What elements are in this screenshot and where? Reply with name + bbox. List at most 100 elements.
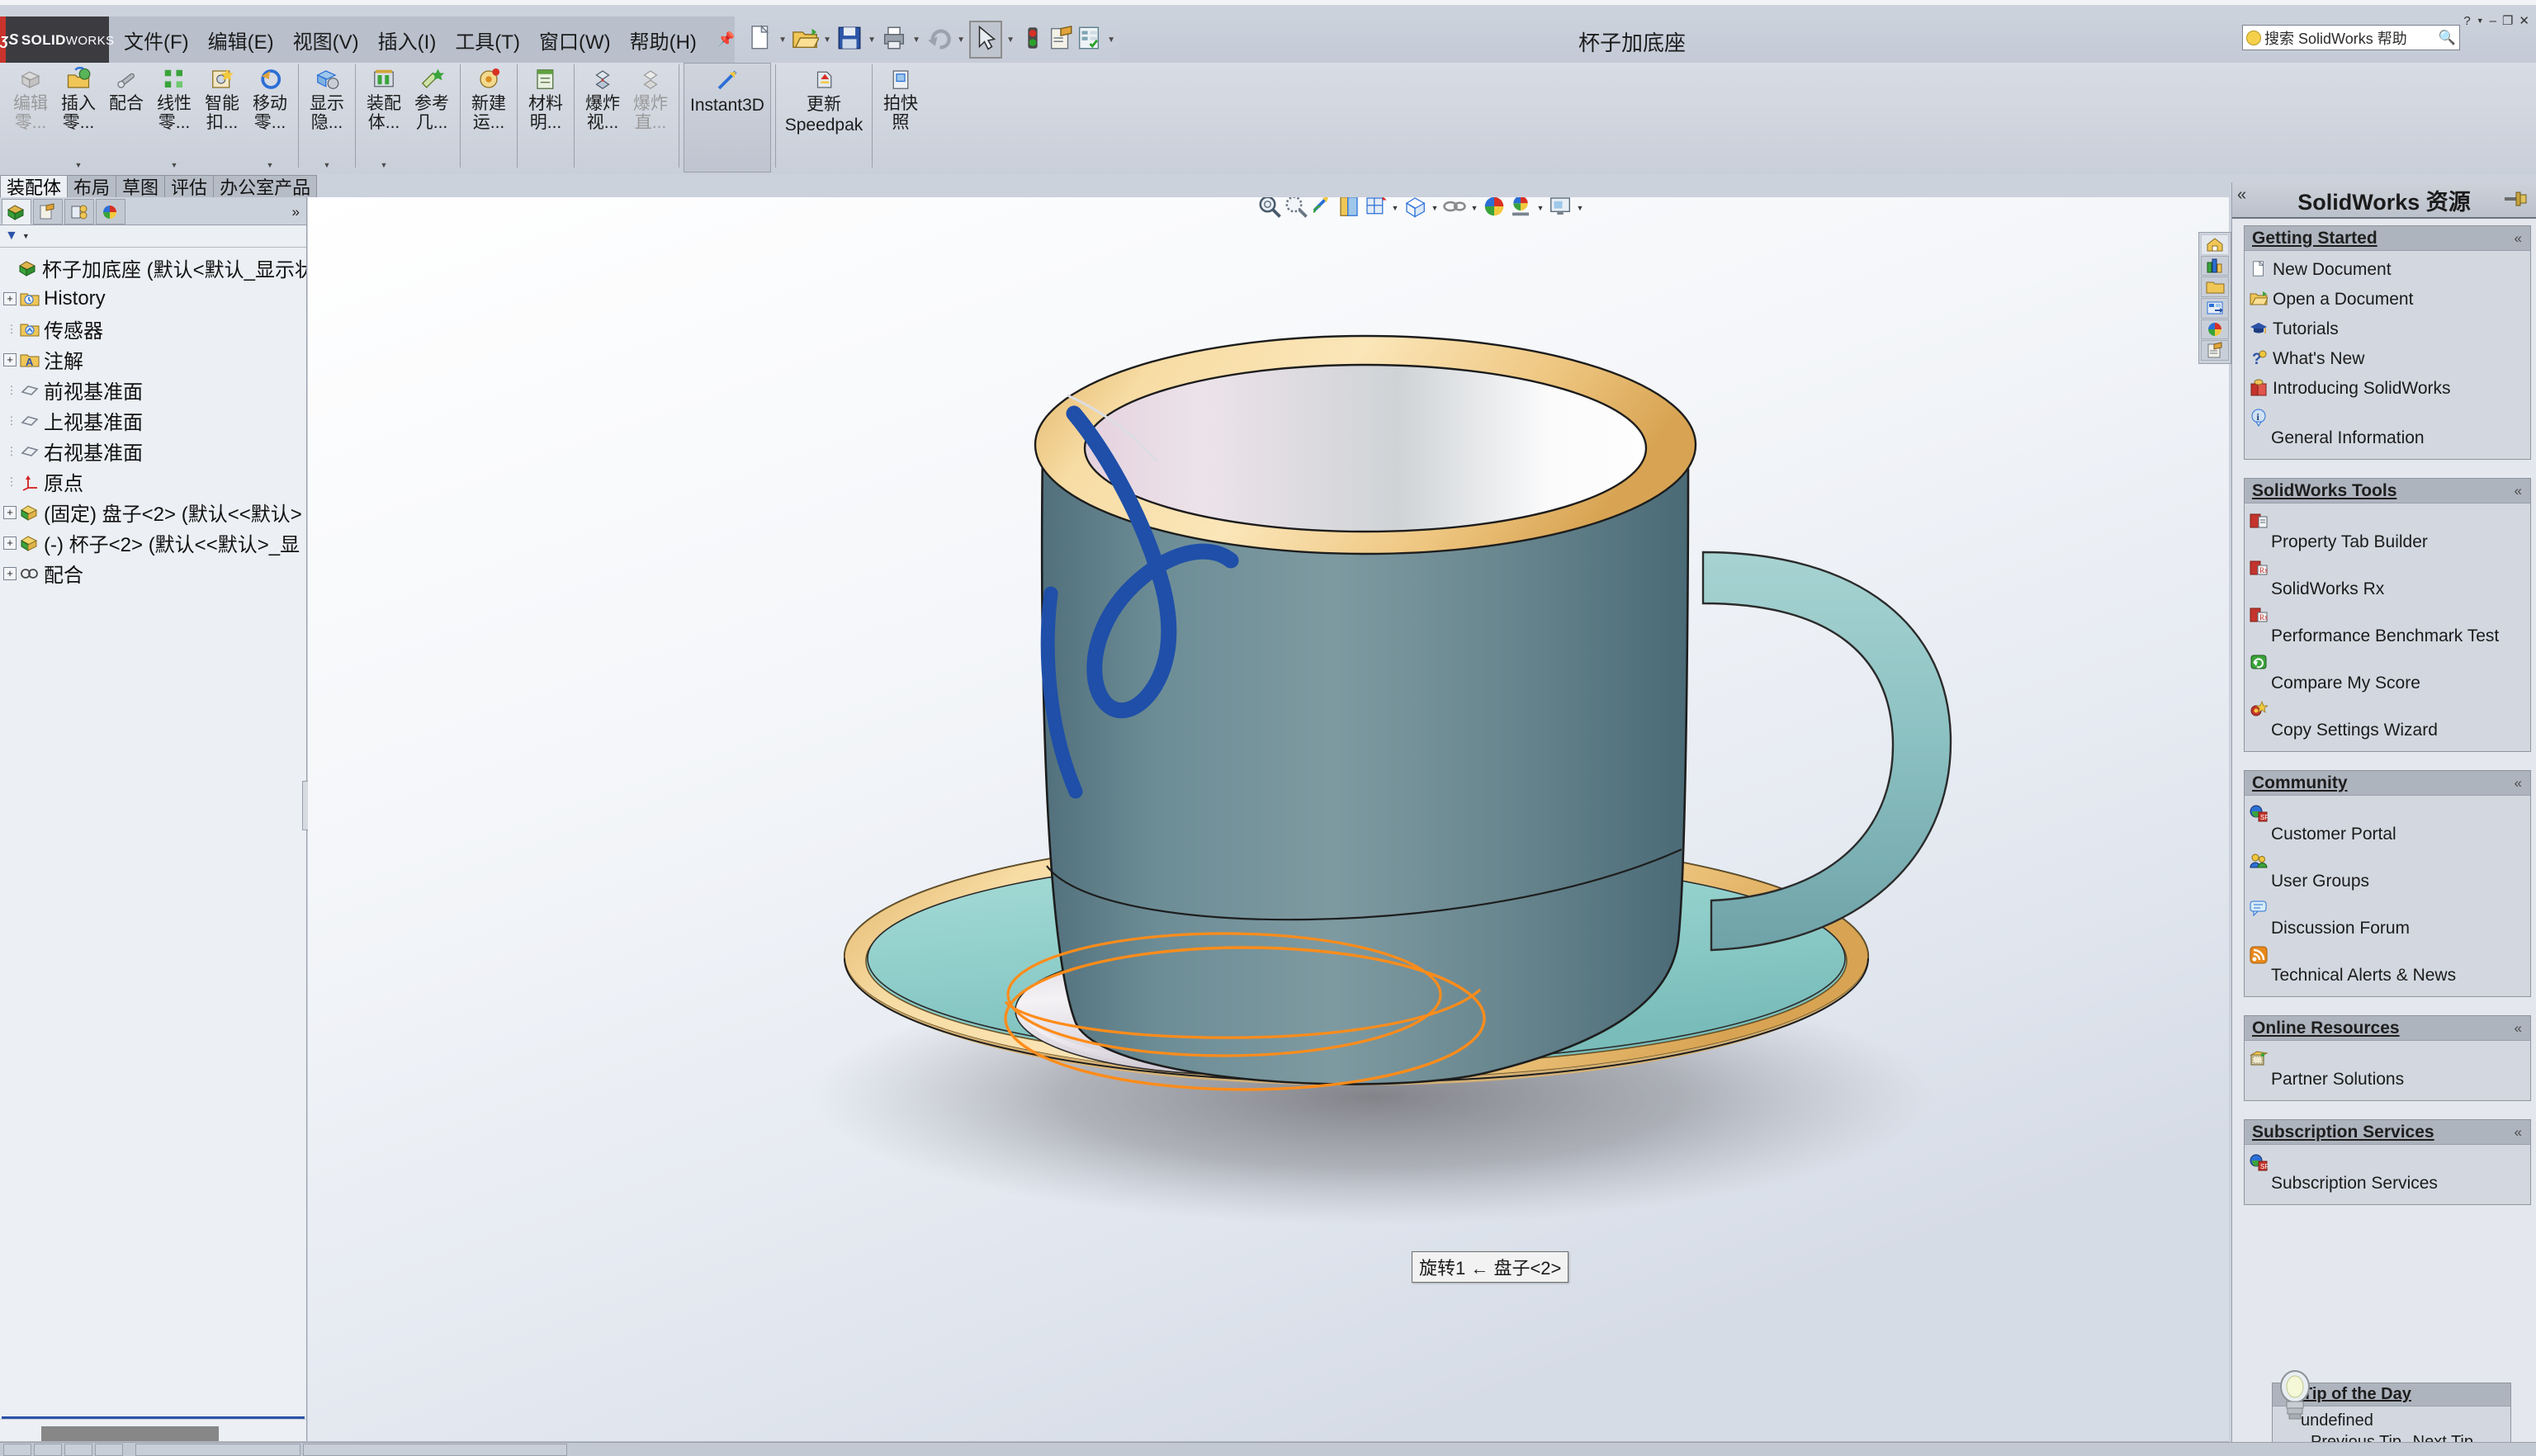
filter-icon[interactable]: ▼ bbox=[5, 229, 18, 243]
feature-tree-filter-bar[interactable]: ▼ ▼ bbox=[0, 225, 306, 248]
command-tab-3[interactable]: 评估 bbox=[164, 175, 215, 198]
task-pane-collapse-chevron[interactable]: « bbox=[2237, 186, 2246, 205]
rail-appearances-scenes-button[interactable] bbox=[2201, 319, 2229, 340]
ribbon-button-1[interactable]: 插入零... ▼ bbox=[54, 63, 102, 173]
motion-first-button[interactable] bbox=[3, 1443, 31, 1456]
viewport-caret-9-icon[interactable]: ▼ bbox=[1574, 197, 1586, 220]
ribbon-button-3[interactable]: 线性零... ▼ bbox=[150, 63, 198, 173]
menu-item-0[interactable]: 文件(F) bbox=[122, 22, 191, 58]
task-pane-link[interactable]: SP Customer Portal bbox=[2248, 801, 2527, 848]
qat-open-document-button[interactable] bbox=[791, 23, 821, 56]
task-pane-link[interactable]: ? What's New bbox=[2248, 345, 2527, 375]
task-pane-link[interactable]: Copy Settings Wizard bbox=[2248, 697, 2527, 744]
rail-custom-properties-button[interactable] bbox=[2201, 340, 2229, 362]
ribbon-button-7[interactable]: 显示隐... ▼ bbox=[303, 63, 351, 173]
viewport-edit-appearance-button[interactable] bbox=[1482, 197, 1507, 220]
section-collapse-chevron-icon[interactable]: « bbox=[2515, 775, 2522, 792]
ribbon-dropdown-caret-icon[interactable]: ▼ bbox=[324, 161, 331, 169]
task-pane-link[interactable]: SP Subscription Services bbox=[2248, 1150, 2527, 1197]
tree-expander[interactable]: + bbox=[3, 566, 17, 580]
tree-node[interactable]: 杯子加底座 (默认<默认_显示状态 bbox=[0, 253, 306, 283]
tree-expander[interactable]: + bbox=[3, 505, 17, 519]
menu-item-3[interactable]: 插入(I) bbox=[376, 22, 438, 58]
tree-expander[interactable]: + bbox=[3, 352, 17, 366]
close-button[interactable]: ✕ bbox=[2519, 13, 2529, 28]
ribbon-button-5[interactable]: 移动零... ▼ bbox=[246, 63, 294, 173]
ribbon-button-23[interactable]: 拍快照 bbox=[877, 63, 925, 173]
viewport-display-style-button[interactable] bbox=[1403, 197, 1427, 220]
viewport-caret-5-icon[interactable]: ▼ bbox=[1429, 197, 1441, 220]
viewport-previous-view-button[interactable] bbox=[1310, 197, 1335, 220]
ribbon-button-17[interactable]: 爆炸直... bbox=[627, 63, 674, 173]
rail-file-explorer-button[interactable] bbox=[2201, 277, 2229, 298]
graphics-viewport[interactable]: ▼ ▼ ▼ ▼ ▼ 旋转1 ← 盘子<2> bbox=[308, 197, 2229, 1447]
ribbon-button-2[interactable]: 配合 bbox=[102, 63, 150, 173]
tree-node[interactable]: ⋮ 上视基准面 bbox=[0, 405, 306, 436]
cup-and-saucer-3d-model[interactable] bbox=[308, 197, 2229, 1447]
motion-last-button[interactable] bbox=[95, 1443, 123, 1456]
section-collapse-chevron-icon[interactable]: « bbox=[2515, 1020, 2522, 1037]
minimize-button[interactable]: – bbox=[2490, 14, 2496, 28]
task-pane-section-header[interactable]: Online Resources « bbox=[2245, 1016, 2530, 1041]
ribbon-button-9[interactable]: 装配体... ▼ bbox=[360, 63, 408, 173]
ribbon-button-0[interactable]: 编辑零... bbox=[7, 63, 54, 173]
section-collapse-chevron-icon[interactable]: « bbox=[2515, 1124, 2522, 1141]
qat-new-document-button[interactable] bbox=[746, 23, 774, 56]
ribbon-button-21[interactable]: 更新 Speedpak bbox=[780, 63, 868, 173]
tree-node[interactable]: + 配合 bbox=[0, 558, 306, 589]
motion-study-tab-strip[interactable] bbox=[303, 1443, 567, 1456]
ribbon-button-12[interactable]: 新建运... bbox=[465, 63, 513, 173]
task-pane-section-header[interactable]: Getting Started « bbox=[2245, 226, 2530, 251]
tree-node[interactable]: + (-) 杯子<2> (默认<<默认>_显 bbox=[0, 527, 306, 558]
task-pane-link[interactable]: New Document bbox=[2248, 256, 2527, 286]
tree-node[interactable]: ⋮ 原点 bbox=[0, 466, 306, 497]
magnifier-icon[interactable]: 🔍 bbox=[2439, 30, 2456, 46]
viewport-zoom-to-area-button[interactable] bbox=[1284, 197, 1308, 220]
task-pane-section-header[interactable]: Community « bbox=[2245, 771, 2530, 796]
menu-item-5[interactable]: 窗口(W) bbox=[537, 22, 613, 58]
command-tab-2[interactable]: 草图 bbox=[116, 175, 166, 198]
rail-view-palette-button[interactable] bbox=[2201, 298, 2229, 319]
feature-manager-overflow-chevron[interactable]: » bbox=[292, 204, 300, 220]
task-pane-section-header[interactable]: SolidWorks Tools « bbox=[2245, 479, 2530, 503]
qat-caret-2-icon[interactable]: ▼ bbox=[863, 23, 880, 56]
property-manager-tab[interactable] bbox=[33, 199, 63, 225]
qat-caret-8-icon[interactable]: ▼ bbox=[1103, 23, 1119, 56]
qat-caret-3-icon[interactable]: ▼ bbox=[908, 23, 925, 56]
qat-options-button[interactable] bbox=[1075, 23, 1103, 56]
task-pane-link[interactable]: Introducing SolidWorks bbox=[2248, 375, 2527, 404]
feature-tree-tab[interactable] bbox=[2, 199, 31, 225]
menu-item-2[interactable]: 视图(V) bbox=[291, 22, 361, 58]
qat-caret-1-icon[interactable]: ▼ bbox=[819, 23, 835, 56]
command-tab-4[interactable]: 办公室产品 bbox=[213, 175, 318, 198]
pushpin-icon[interactable] bbox=[2503, 190, 2528, 208]
viewport-view-settings-button[interactable] bbox=[1548, 197, 1573, 220]
help-caret-icon[interactable]: ▼ bbox=[2477, 17, 2484, 25]
menu-item-6[interactable]: 帮助(H) bbox=[628, 22, 698, 58]
tree-node[interactable]: + (固定) 盘子<2> (默认<<默认> bbox=[0, 497, 306, 527]
help-button[interactable]: ? bbox=[2463, 14, 2470, 28]
qat-file-properties-button[interactable] bbox=[1047, 23, 1075, 56]
viewport-caret-8-icon[interactable]: ▼ bbox=[1535, 197, 1546, 220]
motion-next-button[interactable] bbox=[64, 1443, 92, 1456]
viewport-apply-scene-button[interactable] bbox=[1508, 197, 1533, 220]
ribbon-button-10[interactable]: 参考几... bbox=[408, 63, 456, 173]
section-collapse-chevron-icon[interactable]: « bbox=[2515, 230, 2522, 247]
scrollbar-thumb[interactable] bbox=[41, 1425, 219, 1441]
display-manager-tab[interactable] bbox=[96, 199, 125, 225]
model-tab-strip[interactable] bbox=[135, 1443, 300, 1456]
tree-node[interactable]: + History bbox=[0, 283, 306, 314]
viewport-zoom-to-fit-button[interactable] bbox=[1257, 197, 1282, 220]
ribbon-dropdown-caret-icon[interactable]: ▼ bbox=[267, 161, 274, 169]
task-pane-link[interactable]: Tutorials bbox=[2248, 315, 2527, 345]
tree-node[interactable]: ⋮ 传感器 bbox=[0, 314, 306, 344]
task-pane-link[interactable]: Technical Alerts & News bbox=[2248, 942, 2527, 989]
ribbon-button-14[interactable]: 材料明... bbox=[522, 63, 570, 173]
ribbon-button-16[interactable]: 爆炸视... bbox=[579, 63, 627, 173]
task-pane-link[interactable]: Discussion Forum bbox=[2248, 895, 2527, 942]
qat-save-button[interactable] bbox=[835, 23, 863, 56]
menu-item-1[interactable]: 编辑(E) bbox=[206, 22, 276, 58]
restore-button[interactable]: ❐ bbox=[2502, 13, 2513, 28]
ribbon-dropdown-caret-icon[interactable]: ▼ bbox=[381, 161, 388, 169]
tree-expander[interactable]: + bbox=[3, 291, 17, 305]
